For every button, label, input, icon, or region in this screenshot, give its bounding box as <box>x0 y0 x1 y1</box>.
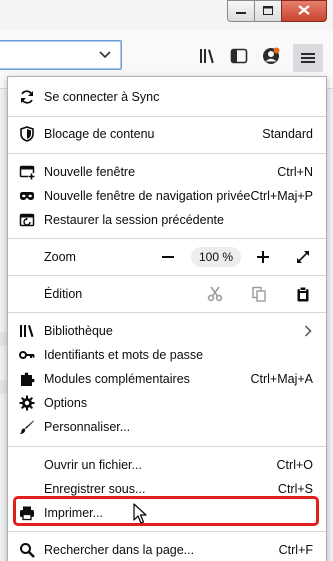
menu-item-label: Nouvelle fenêtre de navigation privée <box>44 189 251 203</box>
edit-label: Édition <box>44 287 83 301</box>
menu-separator <box>8 446 326 447</box>
copy-icon[interactable] <box>251 286 267 305</box>
menu-item-new-window[interactable]: Nouvelle fenêtre Ctrl+N <box>8 160 326 184</box>
menu-item-restore-session[interactable]: Restaurer la session précédente <box>8 208 326 232</box>
sidebar-toolbar-icon[interactable] <box>229 46 249 66</box>
menu-item-options[interactable]: Options <box>8 391 326 415</box>
paintbrush-icon <box>19 419 35 435</box>
window-controls <box>227 0 327 22</box>
chevron-right-icon <box>304 325 312 340</box>
puzzle-icon <box>19 371 35 387</box>
menu-separator <box>8 238 326 239</box>
menu-item-label: Se connecter à Sync <box>44 90 160 104</box>
url-bar[interactable] <box>0 40 122 70</box>
menu-item-label: Enregistrer sous... <box>44 482 146 496</box>
fullscreen-button[interactable] <box>295 249 311 268</box>
menu-item-label: Restaurer la session précédente <box>44 213 224 227</box>
menu-item-content-blocking[interactable]: Blocage de contenu Standard <box>8 122 326 146</box>
window-titlebar <box>0 0 333 30</box>
menu-item-label: Nouvelle fenêtre <box>44 165 136 179</box>
search-icon <box>19 542 35 558</box>
shortcut-label: Ctrl+O <box>276 458 313 472</box>
library-toolbar-icon[interactable] <box>198 46 218 66</box>
menu-item-label: Bibliothèque <box>44 324 113 338</box>
menu-item-addons[interactable]: Modules complémentaires Ctrl+Maj+A <box>8 367 326 391</box>
gear-icon <box>19 395 35 411</box>
menu-item-private-window[interactable]: Nouvelle fenêtre de navigation privée Ct… <box>8 184 326 208</box>
menu-item-label: Blocage de contenu <box>44 127 155 141</box>
menu-item-label: Identifiants et mots de passe <box>44 348 204 362</box>
minimize-icon <box>236 4 246 18</box>
menu-item-label: Options <box>44 396 88 410</box>
menu-item-label: Ouvrir un fichier... <box>44 458 142 472</box>
zoom-label: Zoom <box>44 250 76 264</box>
menu-item-sync[interactable]: Se connecter à Sync <box>8 85 326 109</box>
menu-item-label: Rechercher dans la page... <box>44 543 195 557</box>
print-highlight-frame <box>13 496 319 526</box>
zoom-out-button[interactable] <box>160 249 176 268</box>
cut-icon[interactable] <box>207 286 223 305</box>
open-menu-button[interactable] <box>293 44 323 72</box>
menu-item-customize[interactable]: Personnaliser... <box>8 415 326 439</box>
shortcut-label: Ctrl+N <box>277 165 313 179</box>
zoom-in-button[interactable] <box>255 249 271 268</box>
shortcut-label: Ctrl+F <box>278 543 313 557</box>
account-toolbar-icon[interactable] <box>261 46 281 66</box>
key-icon <box>19 347 35 363</box>
app-menu-panel: Se connecter à Sync Blocage de contenu S… <box>7 76 327 561</box>
new-window-icon <box>19 164 35 180</box>
menu-separator <box>8 153 326 154</box>
zoom-reset-button[interactable]: 100 % <box>191 247 241 267</box>
minimize-button[interactable] <box>227 0 255 22</box>
maximize-icon <box>263 4 273 18</box>
paste-icon[interactable] <box>295 286 311 305</box>
shortcut-label: Ctrl+S <box>277 482 313 496</box>
close-window-button[interactable] <box>281 0 327 22</box>
library-icon <box>19 323 35 339</box>
shortcut-label: Ctrl+Maj+P <box>250 189 313 203</box>
chevron-down-icon[interactable] <box>99 48 111 62</box>
close-icon <box>298 4 310 18</box>
shortcut-label: Ctrl+Maj+A <box>250 372 313 386</box>
menu-separator <box>8 531 326 532</box>
menu-item-edit: Édition <box>8 282 326 306</box>
menu-separator <box>8 275 326 276</box>
maximize-button[interactable] <box>254 0 282 22</box>
sync-icon <box>19 89 35 105</box>
restore-session-icon <box>19 212 35 228</box>
menu-item-find[interactable]: Rechercher dans la page... Ctrl+F <box>8 538 326 561</box>
menu-item-logins[interactable]: Identifiants et mots de passe <box>8 343 326 367</box>
hamburger-icon <box>300 50 316 69</box>
menu-item-library[interactable]: Bibliothèque <box>8 319 326 343</box>
menu-item-label: Modules complémentaires <box>44 372 190 386</box>
menu-item-label: Personnaliser... <box>44 420 131 434</box>
menu-separator <box>8 312 326 313</box>
menu-item-zoom: Zoom 100 % <box>8 245 326 269</box>
content-blocking-level: Standard <box>262 127 313 141</box>
private-mask-icon <box>19 188 35 204</box>
menu-item-open-file[interactable]: Ouvrir un fichier... Ctrl+O <box>8 453 326 477</box>
menu-separator <box>8 116 326 117</box>
mouse-cursor-icon <box>133 503 147 528</box>
shield-icon <box>19 126 35 142</box>
